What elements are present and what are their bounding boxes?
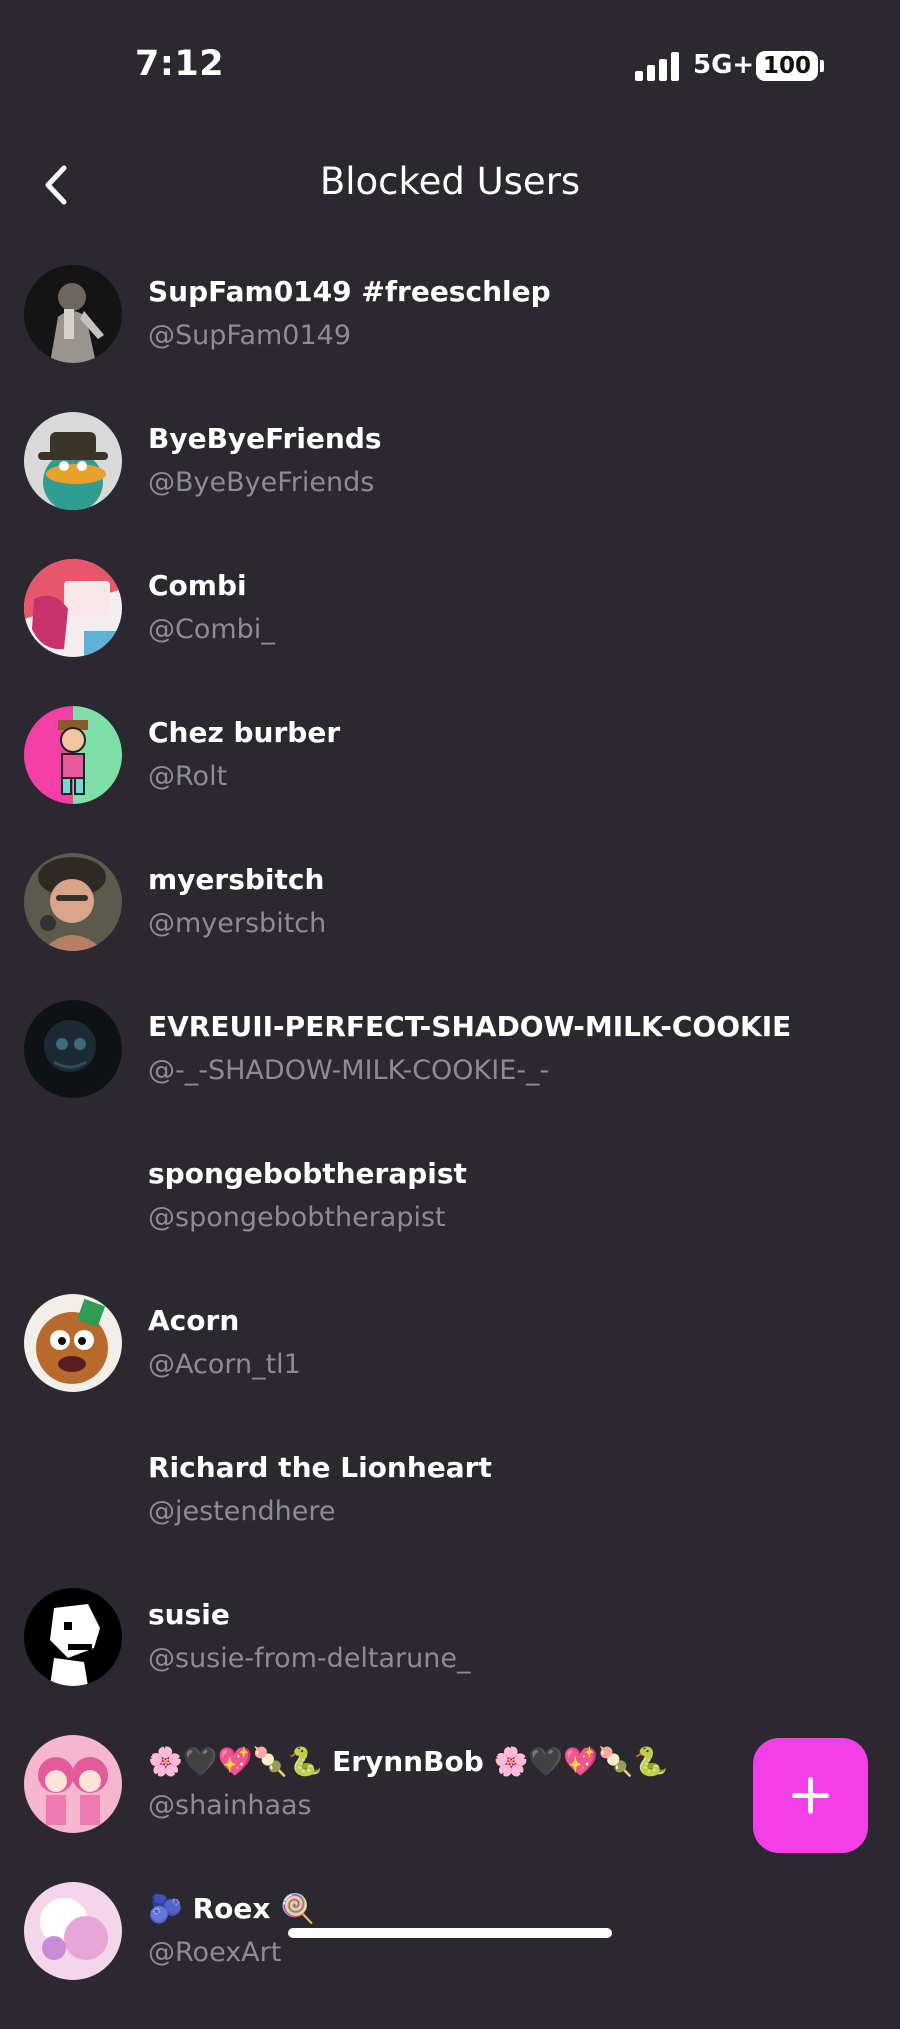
user-row[interactable]: susie @susie-from-deltarune_ [0, 1588, 900, 1735]
avatar [24, 1735, 122, 1833]
status-bar: 7:12 5G+ 100 [0, 0, 900, 130]
display-name: susie [148, 1598, 230, 1631]
battery-nub [820, 60, 824, 72]
avatar [24, 1588, 122, 1686]
status-time: 7:12 [135, 44, 225, 84]
network-type: 5G+ [693, 50, 755, 80]
avatar [24, 853, 122, 951]
username: @spongebobtherapist [148, 1202, 446, 1233]
username: @myersbitch [148, 908, 327, 939]
username: @Combi_ [148, 614, 275, 645]
display-name: ByeByeFriends [148, 422, 382, 455]
avatar [24, 265, 122, 363]
display-name: Richard the Lionheart [148, 1451, 492, 1484]
display-name: SupFam0149 #freeschlep [148, 275, 551, 308]
avatar [24, 1000, 122, 1098]
display-name: Acorn [148, 1304, 240, 1337]
user-row[interactable]: Combi @Combi_ [0, 559, 900, 706]
user-row[interactable]: Richard the Lionheart @jestendhere [0, 1441, 900, 1588]
user-row[interactable]: spongebobtherapist @spongebobtherapist [0, 1147, 900, 1294]
username: @Rolt [148, 761, 228, 792]
display-name: 🌸🖤💖🍡🐍 ErynnBob 🌸🖤💖🍡🐍 [148, 1745, 668, 1778]
signal-icon [635, 52, 681, 81]
username: @susie-from-deltarune_ [148, 1643, 471, 1674]
username: @SupFam0149 [148, 320, 352, 351]
username: @Acorn_tl1 [148, 1349, 301, 1380]
display-name: Chez burber [148, 716, 341, 749]
user-row[interactable]: myersbitch @myersbitch [0, 853, 900, 1000]
display-name: 🫐 Roex 🍭 [148, 1892, 316, 1925]
username: @-_-SHADOW-MILK-COOKIE-_- [148, 1055, 550, 1086]
home-indicator [288, 1928, 612, 1938]
user-row[interactable]: Acorn @Acorn_tl1 [0, 1294, 900, 1441]
header: Blocked Users [0, 150, 900, 220]
username: @shainhaas [148, 1790, 312, 1821]
display-name: EVREUII-PERFECT-SHADOW-MILK-COOKIE [148, 1010, 792, 1043]
avatar [24, 412, 122, 510]
battery-icon: 100 [756, 51, 818, 81]
plus-icon [792, 1777, 829, 1814]
user-row[interactable]: 🫐 Roex 🍭 @RoexArt [0, 1882, 900, 2029]
display-name: myersbitch [148, 863, 325, 896]
display-name: Combi [148, 569, 247, 602]
user-row[interactable]: ByeByeFriends @ByeByeFriends [0, 412, 900, 559]
avatar [24, 559, 122, 657]
username: @jestendhere [148, 1496, 336, 1527]
user-row[interactable]: Chez burber @Rolt [0, 706, 900, 853]
user-row[interactable]: SupFam0149 #freeschlep @SupFam0149 [0, 265, 900, 412]
page-title: Blocked Users [319, 160, 581, 203]
add-blocked-user-button[interactable] [753, 1738, 868, 1853]
user-row[interactable]: EVREUII-PERFECT-SHADOW-MILK-COOKIE @-_-S… [0, 1000, 900, 1147]
display-name: spongebobtherapist [148, 1157, 467, 1190]
username: @RoexArt [148, 1937, 282, 1968]
avatar [24, 1294, 122, 1392]
avatar [24, 1882, 122, 1980]
username: @ByeByeFriends [148, 467, 375, 498]
avatar [24, 706, 122, 804]
